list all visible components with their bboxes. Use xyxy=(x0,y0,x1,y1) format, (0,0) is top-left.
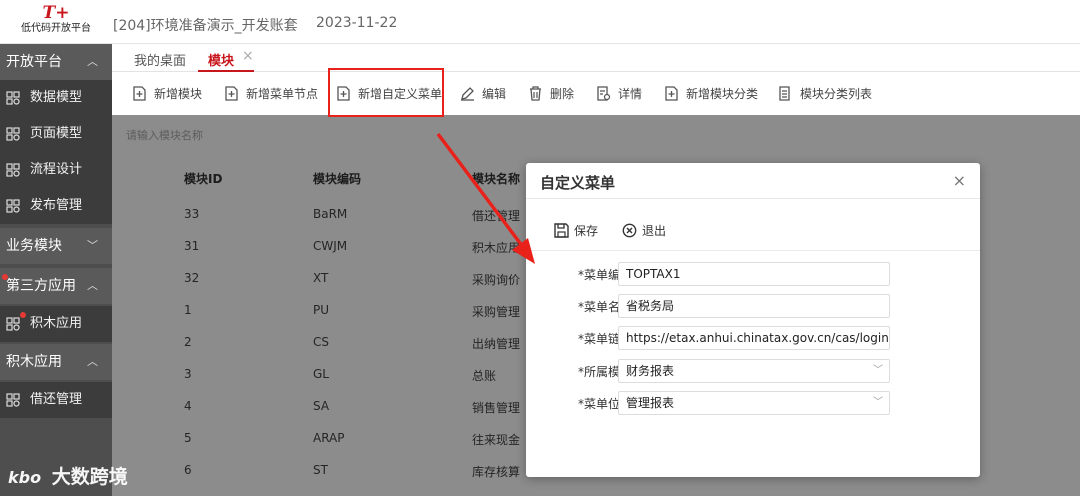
add-doc-icon xyxy=(133,86,146,101)
chevron-down-icon: ﹀ xyxy=(873,397,883,408)
button-label: 保存 xyxy=(574,224,599,238)
menu-position-select[interactable]: 管理报表 ﹀ xyxy=(618,391,890,415)
toolbar: 新增模块 新增菜单节点 新增自定义菜单 编辑 删除 详情 新增模块分类 模块分类… xyxy=(112,73,1080,115)
chevron-down-icon: ﹀ xyxy=(87,239,98,252)
detail-button[interactable]: 详情 xyxy=(596,85,642,103)
sidebar-item-publish[interactable]: 发布管理 xyxy=(0,188,112,224)
custom-menu-dialog: 自定义菜单 × 保存 退出 *菜单编码: TOPTAX1 *菜单名称: 省税务局… xyxy=(526,163,980,477)
button-label: 编辑 xyxy=(482,87,507,101)
button-label: 新增菜单节点 xyxy=(246,87,319,101)
sidebar-item-label: 发布管理 xyxy=(30,198,83,213)
sidebar-item-flow-design[interactable]: 流程设计 xyxy=(0,152,112,188)
sidebar-item-label: 流程设计 xyxy=(30,162,83,177)
environment-title: [204]环境准备演示_开发账套 xyxy=(113,18,298,34)
list-icon xyxy=(779,86,790,101)
sidebar-group-business-modules[interactable]: 业务模块 ﹀ xyxy=(0,228,112,264)
form-row-parent-module: *所属模块: 财务报表 ﹀ xyxy=(526,359,980,383)
watermark: kbo 大数跨境 xyxy=(8,462,128,490)
watermark-logo: kbo xyxy=(8,468,42,487)
sidebar-item-page-model[interactable]: 页面模型 xyxy=(0,116,112,152)
form-row-menu-code: *菜单编码: TOPTAX1 xyxy=(526,262,980,286)
button-label: 模块分类列表 xyxy=(800,87,873,101)
trash-icon xyxy=(530,86,541,101)
add-module-button[interactable]: 新增模块 xyxy=(132,85,202,103)
chevron-down-icon: ﹀ xyxy=(873,365,883,376)
tab-modules[interactable]: 模块 xyxy=(208,50,234,69)
chevron-up-icon: ︿ xyxy=(87,355,98,368)
menu-code-input[interactable]: TOPTAX1 xyxy=(618,262,890,286)
module-icon xyxy=(6,393,20,407)
sidebar-group-label: 业务模块 xyxy=(6,238,62,254)
form-row-menu-position: *菜单位置: 管理报表 ﹀ xyxy=(526,391,980,415)
save-button[interactable]: 保存 xyxy=(554,223,598,239)
sidebar: 开放平台 ︿ 数据模型 页面模型 流程设计 发布管理 业务模块 ﹀ 第三方应用 … xyxy=(0,44,112,496)
dialog-title: 自定义菜单 xyxy=(540,174,616,192)
active-tab-indicator xyxy=(198,70,254,72)
sidebar-group-open-platform[interactable]: 开放平台 ︿ xyxy=(0,44,112,80)
dialog-header: 自定义菜单 × xyxy=(526,163,980,199)
sidebar-group-jimu[interactable]: 积木应用 ︿ xyxy=(0,344,112,380)
add-doc-icon xyxy=(225,86,238,101)
edit-button[interactable]: 编辑 xyxy=(460,85,506,103)
button-label: 详情 xyxy=(618,87,643,101)
chevron-up-icon: ︿ xyxy=(87,279,98,292)
exit-circle-icon xyxy=(622,223,637,238)
dialog-toolbar: 保存 退出 xyxy=(526,215,980,251)
form-row-menu-link: *菜单链接: https://etax.anhui.chinatax.gov.c… xyxy=(526,326,980,350)
close-icon[interactable]: × xyxy=(242,48,254,64)
watermark-text: 大数跨境 xyxy=(51,466,128,488)
save-icon xyxy=(554,223,569,238)
sidebar-group-label: 积木应用 xyxy=(6,354,62,370)
notification-dot xyxy=(20,312,26,318)
add-module-category-button[interactable]: 新增模块分类 xyxy=(664,85,758,103)
select-value: 财务报表 xyxy=(626,364,675,378)
select-value: 管理报表 xyxy=(626,396,675,410)
delete-button[interactable]: 删除 xyxy=(528,85,574,103)
module-icon xyxy=(6,317,20,331)
sidebar-item-borrow-return[interactable]: 借还管理 xyxy=(0,382,112,418)
notification-dot xyxy=(2,274,8,280)
close-icon[interactable]: × xyxy=(953,171,966,190)
app-logo[interactable]: T+ 低代码开放平台 xyxy=(0,0,112,44)
module-icon xyxy=(6,199,20,213)
sidebar-item-label: 借还管理 xyxy=(30,392,83,407)
button-label: 新增模块 xyxy=(154,87,203,101)
sidebar-item-data-model[interactable]: 数据模型 xyxy=(0,80,112,116)
form-row-menu-name: *菜单名称: 省税务局 xyxy=(526,294,980,318)
menu-name-input[interactable]: 省税务局 xyxy=(618,294,890,318)
tab-bar: 我的桌面 模块 × xyxy=(112,44,1080,72)
module-icon xyxy=(6,91,20,105)
sidebar-group-label: 开放平台 xyxy=(6,54,62,70)
sidebar-item-label: 数据模型 xyxy=(30,90,83,105)
module-icon xyxy=(6,127,20,141)
button-label: 退出 xyxy=(642,224,667,238)
exit-button[interactable]: 退出 xyxy=(622,223,666,239)
highlight-box xyxy=(328,68,444,117)
add-menu-node-button[interactable]: 新增菜单节点 xyxy=(224,85,318,103)
sidebar-group-label: 第三方应用 xyxy=(6,278,76,294)
sidebar-group-third-party[interactable]: 第三方应用 ︿ xyxy=(0,268,112,304)
sidebar-item-label: 积木应用 xyxy=(30,316,83,331)
detail-icon xyxy=(597,86,611,101)
top-bar: T+ 低代码开放平台 [204]环境准备演示_开发账套 2023-11-22 xyxy=(0,0,1080,44)
button-label: 新增模块分类 xyxy=(686,87,759,101)
module-category-list-button[interactable]: 模块分类列表 xyxy=(778,85,872,103)
add-doc-icon xyxy=(665,86,678,101)
sidebar-item-label: 页面模型 xyxy=(30,126,83,141)
parent-module-select[interactable]: 财务报表 ﹀ xyxy=(618,359,890,383)
module-icon xyxy=(6,163,20,177)
logo-text: 低代码开放平台 xyxy=(21,23,91,34)
tab-my-desktop[interactable]: 我的桌面 xyxy=(134,50,186,69)
menu-link-input[interactable]: https://etax.anhui.chinatax.gov.cn/cas/l… xyxy=(618,326,890,350)
button-label: 删除 xyxy=(550,87,575,101)
pencil-icon xyxy=(461,87,474,101)
environment-date: 2023-11-22 xyxy=(316,15,398,31)
sidebar-item-jimu-app[interactable]: 积木应用 xyxy=(0,306,112,342)
logo-mark: T+ xyxy=(42,3,70,23)
chevron-up-icon: ︿ xyxy=(87,55,98,68)
